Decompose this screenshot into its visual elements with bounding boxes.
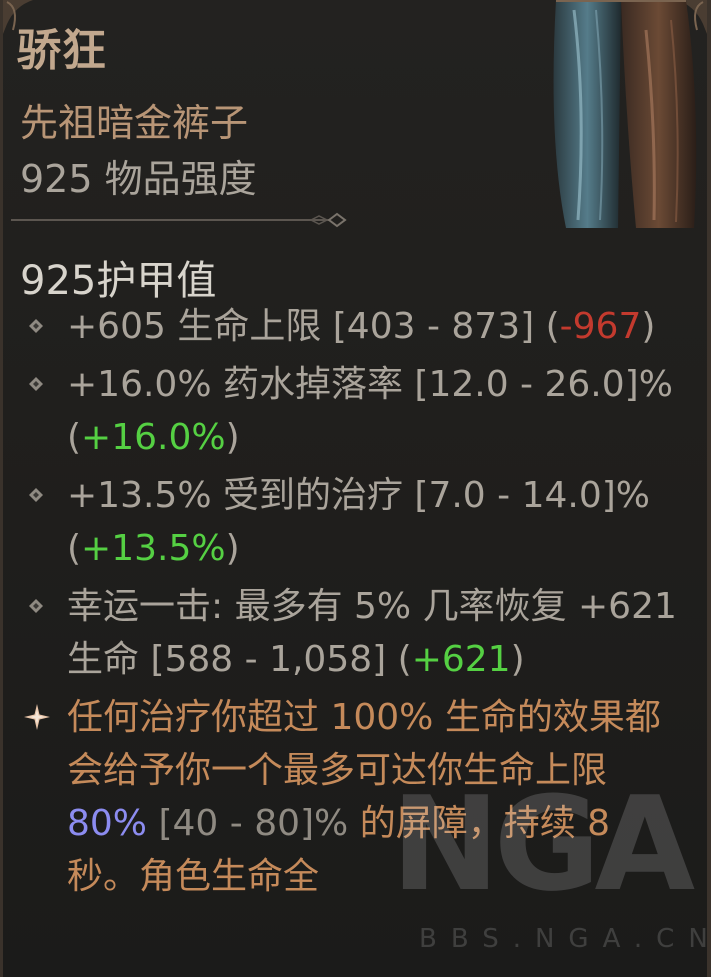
affix-delta: +16.0%: [81, 417, 226, 458]
affix-text: +605 生命上限 [403 - 873] (: [67, 306, 560, 347]
watermark-site: BBS.NGA.CN: [419, 924, 711, 954]
affix-close: ): [225, 528, 240, 569]
affix-close: ): [641, 306, 656, 347]
affix-max-life: +605 生命上限 [403 - 873] (-967): [23, 300, 683, 353]
diamond-bullet-icon: [29, 319, 43, 333]
affix-delta: -967: [559, 306, 642, 347]
unique-text-1: 任何治疗你超过: [67, 697, 331, 738]
header-divider: [11, 212, 347, 228]
item-power: 925 物品强度: [20, 157, 257, 201]
pants-item-icon: [553, 0, 697, 228]
affix-delta: +13.5%: [81, 528, 226, 569]
unique-value-100: 100%: [330, 697, 434, 738]
affix-list: +605 生命上限 [403 - 873] (-967) +16.0% 药水掉落…: [23, 300, 683, 908]
armor-value: 925护甲值: [20, 258, 217, 304]
unique-range: [40 - 80]%: [147, 803, 349, 844]
affix-lucky-hit: 幸运一击: 最多有 5% 几率恢复 +621 生命 [588 - 1,058] …: [23, 580, 683, 686]
affix-close: ): [225, 417, 240, 458]
affix-delta: +621: [411, 639, 511, 680]
affix-potion-drop: +16.0% 药水掉落率 [12.0 - 26.0]% (+16.0%): [23, 358, 683, 464]
affix-healing-received: +13.5% 受到的治疗 [7.0 - 14.0]% (+13.5%): [23, 469, 683, 575]
affix-close: ): [510, 639, 525, 680]
item-type: 先祖暗金裤子: [20, 101, 249, 145]
unique-value-80: 80%: [67, 803, 148, 844]
diamond-bullet-icon: [29, 488, 43, 502]
sparkle-star-icon: [24, 704, 50, 730]
diamond-bullet-icon: [29, 599, 43, 613]
diamond-bullet-icon: [29, 377, 43, 391]
item-name: 骄狂: [17, 25, 107, 76]
unique-power: 任何治疗你超过 100% 生命的效果都会给予你一个最多可达你生命上限 80% […: [23, 691, 683, 903]
affix-text: 幸运一击: 最多有 5% 几率恢复 +621 生命 [588 - 1,058] …: [67, 586, 677, 680]
item-tooltip: 骄狂 先祖暗金裤子 925 物品强度 925护甲值 +605 生命上限 [403…: [0, 0, 711, 977]
